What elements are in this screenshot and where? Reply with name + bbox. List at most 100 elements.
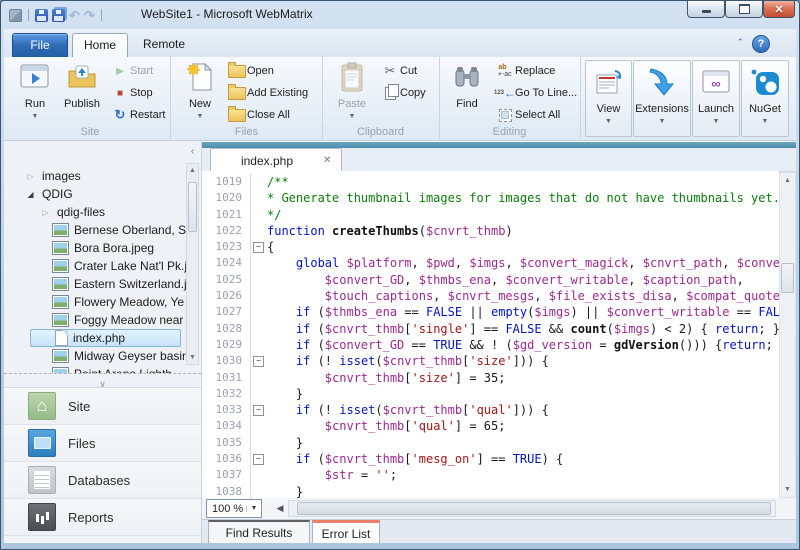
new-button[interactable]: New ▼ [179, 59, 221, 125]
tab-remote[interactable]: Remote [132, 33, 196, 56]
scrollbar-thumb[interactable] [297, 502, 771, 515]
start-button[interactable]: ▶ Start [110, 60, 153, 82]
tab-find-results[interactable]: Find Results [208, 520, 310, 543]
file-tree: ▷images◢QDIG▷qdig-filesBernese Oberland,… [4, 141, 201, 373]
horizontal-scrollbar[interactable] [288, 500, 776, 517]
expanded-arrow-icon[interactable]: ◢ [24, 190, 37, 199]
find-button[interactable]: Find [445, 59, 489, 125]
save-icon[interactable] [35, 9, 48, 22]
help-icon[interactable]: ? [752, 35, 770, 53]
nuget-button[interactable]: NuGet ▼ [741, 60, 789, 137]
tree-item-eastern-switzerland-jp[interactable]: Eastern Switzerland.jp [4, 275, 201, 293]
code-line[interactable]: 1021*/ [202, 207, 779, 223]
code-line[interactable]: 1029 if ($convert_GD == TRUE && ! ($gd_v… [202, 337, 779, 353]
tree-item-midway-geyser-basin[interactable]: Midway Geyser basin [4, 347, 201, 365]
code-line[interactable]: 1031 $cnvrt_thmb['size'] = 35; [202, 370, 779, 386]
code-line[interactable]: 1022function createThumbs($cnvrt_thmb) [202, 223, 779, 239]
code-line[interactable]: 1032 } [202, 386, 779, 402]
fold-collapse-icon[interactable]: − [251, 239, 265, 255]
tab-file[interactable]: File [12, 33, 68, 58]
goto-line-icon: 123← [495, 86, 515, 100]
copy-button[interactable]: Copy [380, 82, 426, 104]
fold-margin [251, 337, 265, 353]
stop-button[interactable]: ■ Stop [110, 82, 153, 104]
minimize-button[interactable] [687, 1, 725, 18]
nav-item-reports[interactable]: Reports [4, 499, 201, 536]
run-button[interactable]: Run ▼ [14, 59, 56, 125]
tree-item-images[interactable]: ▷images [4, 167, 201, 185]
dropdown-caret-icon: ▼ [693, 118, 739, 125]
code-line[interactable]: 1036− if ($cnvrt_thmb['mesg_on'] == TRUE… [202, 451, 779, 467]
panel-splitter[interactable]: ∨ [4, 373, 201, 388]
code-text: if (! isset($cnvrt_thmb['qual'])) { [265, 402, 779, 418]
nav-item-databases[interactable]: Databases [4, 462, 201, 499]
code-line[interactable]: 1033− if (! isset($cnvrt_thmb['qual'])) … [202, 402, 779, 418]
code-line[interactable]: 1019/** [202, 174, 779, 190]
code-line[interactable]: 1035 } [202, 435, 779, 451]
tree-item-foggy-meadow-near[interactable]: Foggy Meadow near [4, 311, 201, 329]
restart-button[interactable]: ↻ Restart [110, 104, 165, 126]
nav-item-site[interactable]: ⌂Site [4, 388, 201, 425]
tree-item-flowery-meadow-ye[interactable]: Flowery Meadow, Ye [4, 293, 201, 311]
scroll-left-icon[interactable]: ◀ [272, 503, 288, 514]
open-button[interactable]: Open [227, 60, 274, 82]
code-line[interactable]: 1020* Generate thumbnail images for imag… [202, 190, 779, 206]
app-icon[interactable] [9, 9, 22, 22]
close-tab-icon[interactable]: ✕ [323, 155, 341, 166]
scroll-down-icon[interactable]: ▼ [187, 354, 198, 361]
tab-home[interactable]: Home [72, 33, 128, 58]
scroll-up-icon[interactable]: ▲ [780, 177, 795, 184]
save-all-icon[interactable] [52, 9, 65, 22]
redo-icon[interactable]: ↷ [84, 9, 95, 22]
close-button[interactable]: ✕ [763, 1, 795, 18]
tree-item-qdig[interactable]: ◢QDIG [4, 185, 201, 203]
editor-scrollbar[interactable]: ▲ ▼ [779, 172, 796, 498]
replace-button[interactable]: ab⇠ac Replace [495, 60, 555, 82]
title-bar[interactable]: ↶ ↷ WebSite1 - Microsoft WebMatrix ✕ [1, 1, 799, 29]
select-all-button[interactable]: Select All [495, 104, 560, 126]
undo-icon[interactable]: ↶ [69, 9, 80, 22]
scroll-up-icon[interactable]: ▲ [187, 167, 198, 174]
code-editor[interactable]: 1019/**1020* Generate thumbnail images f… [202, 171, 779, 501]
collapsed-arrow-icon[interactable]: ▷ [39, 208, 52, 217]
scrollbar-thumb[interactable] [781, 263, 794, 293]
maximize-button[interactable] [725, 1, 763, 18]
tree-item-bora-bora-jpeg[interactable]: Bora Bora.jpeg [4, 239, 201, 257]
add-existing-button[interactable]: Add Existing [227, 82, 308, 104]
scrollbar-thumb[interactable] [188, 182, 197, 232]
tree-item-index-php[interactable]: index.php [30, 329, 181, 347]
fold-collapse-icon[interactable]: − [251, 353, 265, 369]
code-line[interactable]: 1030− if (! isset($cnvrt_thmb['size'])) … [202, 353, 779, 369]
close-all-button[interactable]: Close All [227, 104, 290, 126]
goto-line-button[interactable]: 123← Go To Line... [495, 82, 577, 104]
fold-collapse-icon[interactable]: − [251, 402, 265, 418]
scroll-down-icon[interactable]: ▼ [780, 486, 795, 493]
tree-item-qdig-files[interactable]: ▷qdig-files [4, 203, 201, 221]
publish-button[interactable]: Publish [58, 59, 106, 125]
tree-scrollbar[interactable]: ▲ ▼ [186, 163, 199, 365]
editor-tab-indexphp[interactable]: index.php ✕ [210, 148, 342, 172]
code-line[interactable]: 1027 if ($thmbs_ena == FALSE || empty($i… [202, 304, 779, 320]
collapse-ribbon-icon[interactable]: ⌃ [736, 37, 744, 48]
tree-item-point-arena-lighth[interactable]: Point Arena Lighth [4, 365, 201, 373]
code-line[interactable]: 1034 $cnvrt_thmb['qual'] = 65; [202, 418, 779, 434]
collapsed-arrow-icon[interactable]: ▷ [24, 172, 37, 181]
code-line[interactable]: 1026 $touch_captions, $cnvrt_mesgs, $fil… [202, 288, 779, 304]
zoom-dropdown[interactable]: 100 % ▼ [206, 499, 262, 518]
tree-item-crater-lake-nat-l-pk-j[interactable]: Crater Lake Nat'l Pk.j [4, 257, 201, 275]
code-line[interactable]: 1023−{ [202, 239, 779, 255]
fold-collapse-icon[interactable]: − [251, 451, 265, 467]
code-line[interactable]: 1028 if ($cnvrt_thmb['single'] == FALSE … [202, 321, 779, 337]
launch-button[interactable]: ∞ Launch ▼ [692, 60, 740, 137]
extensions-button[interactable]: Extensions ▼ [633, 60, 691, 137]
paste-button[interactable]: Paste ▼ [330, 59, 374, 125]
view-button[interactable]: View ▼ [585, 60, 632, 137]
cut-button[interactable]: ✂ Cut [380, 60, 417, 82]
code-line[interactable]: 1025 $convert_GD, $thmbs_ena, $convert_w… [202, 272, 779, 288]
tab-error-list[interactable]: Error List [312, 520, 380, 543]
fold-margin [251, 255, 265, 271]
tree-item-bernese-oberland-sv[interactable]: Bernese Oberland, Sv [4, 221, 201, 239]
code-line[interactable]: 1037 $str = ''; [202, 467, 779, 483]
code-line[interactable]: 1024 global $platform, $pwd, $imgs, $con… [202, 255, 779, 271]
nav-item-files[interactable]: Files [4, 425, 201, 462]
